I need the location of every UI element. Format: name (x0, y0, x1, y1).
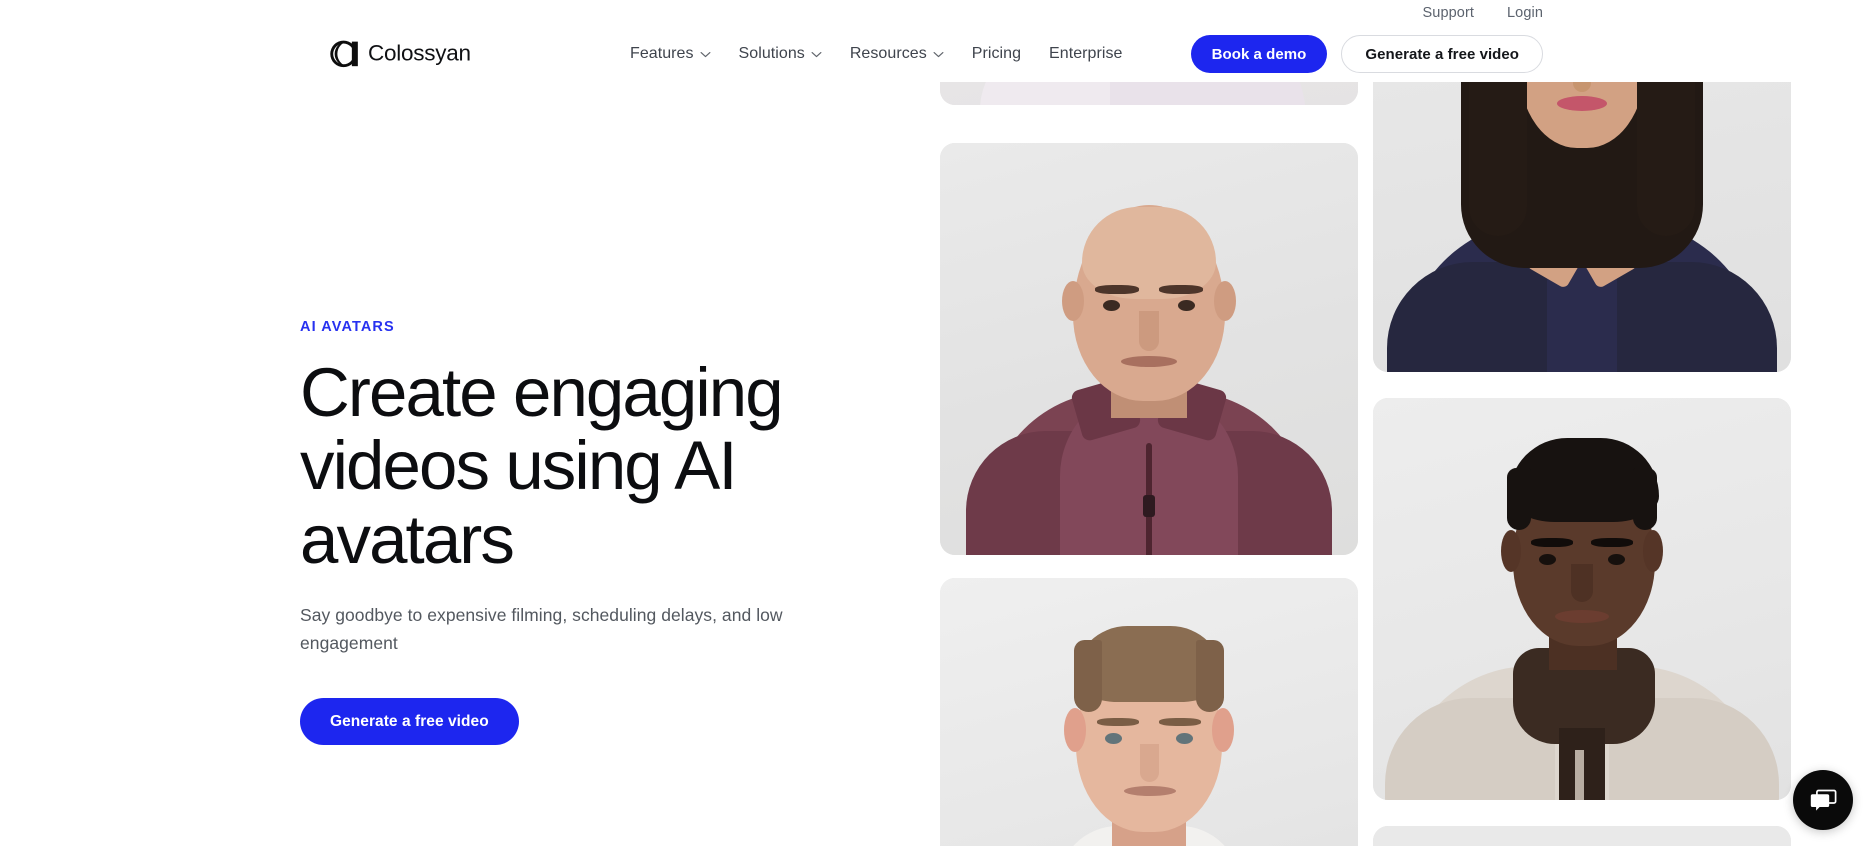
site-header: Colossyan Features Solutions Resources P… (0, 26, 1875, 82)
avatar-photo (940, 143, 1358, 555)
hero-title: Create engaging videos using AI avatars (300, 353, 784, 579)
brand-logo-link[interactable]: Colossyan (330, 40, 471, 69)
login-link[interactable]: Login (1507, 6, 1543, 21)
avatar-card-man-cream-jacket[interactable] (1373, 398, 1791, 800)
chevron-down-icon (933, 51, 944, 57)
hero-subtitle: Say goodbye to expensive filming, schedu… (300, 604, 783, 653)
hero-generate-free-video-button[interactable]: Generate a free video (300, 698, 519, 746)
page-root: Support Login Colossyan Features Solutio… (0, 0, 1875, 846)
nav-item-pricing[interactable]: Pricing (972, 46, 1021, 62)
generate-free-video-button-header[interactable]: Generate a free video (1341, 35, 1543, 73)
nav-item-features[interactable]: Features (630, 46, 711, 62)
nav-item-resources[interactable]: Resources (850, 46, 944, 62)
chevron-down-icon (811, 51, 822, 57)
avatar-card-partial-bottom[interactable] (1373, 826, 1791, 846)
nav-label-enterprise: Enterprise (1049, 45, 1123, 62)
nav-item-solutions[interactable]: Solutions (739, 46, 822, 62)
nav-label-solutions: Solutions (738, 45, 805, 62)
avatar-card-man-light-hair[interactable] (940, 578, 1358, 846)
nav-label-resources: Resources (849, 45, 927, 62)
header-actions: Book a demo Generate a free video (1190, 35, 1543, 73)
avatar-card-bald-man-maroon[interactable] (940, 143, 1358, 555)
avatar-photo (1373, 398, 1791, 800)
main-navigation: Features Solutions Resources Pricing Ent… (630, 46, 1122, 62)
avatar-gallery (940, 0, 1875, 846)
utility-bar: Support Login (0, 0, 1875, 26)
nav-label-pricing: Pricing (971, 45, 1022, 62)
avatar-photo (940, 578, 1358, 846)
support-link[interactable]: Support (1423, 6, 1475, 21)
avatar-photo (1373, 826, 1791, 846)
nav-label-features: Features (630, 45, 694, 62)
nav-item-enterprise[interactable]: Enterprise (1049, 46, 1122, 62)
book-demo-button[interactable]: Book a demo (1190, 35, 1328, 73)
hero-section: AI AVATARS Create engaging videos using … (300, 319, 840, 746)
colossyan-circle-logo-icon (330, 40, 358, 68)
chat-bubble-icon (1810, 789, 1837, 811)
brand-name: Colossyan (368, 40, 471, 66)
hero-eyebrow: AI AVATARS (300, 319, 395, 335)
chevron-down-icon (700, 51, 711, 57)
chat-widget-button[interactable] (1793, 770, 1853, 830)
